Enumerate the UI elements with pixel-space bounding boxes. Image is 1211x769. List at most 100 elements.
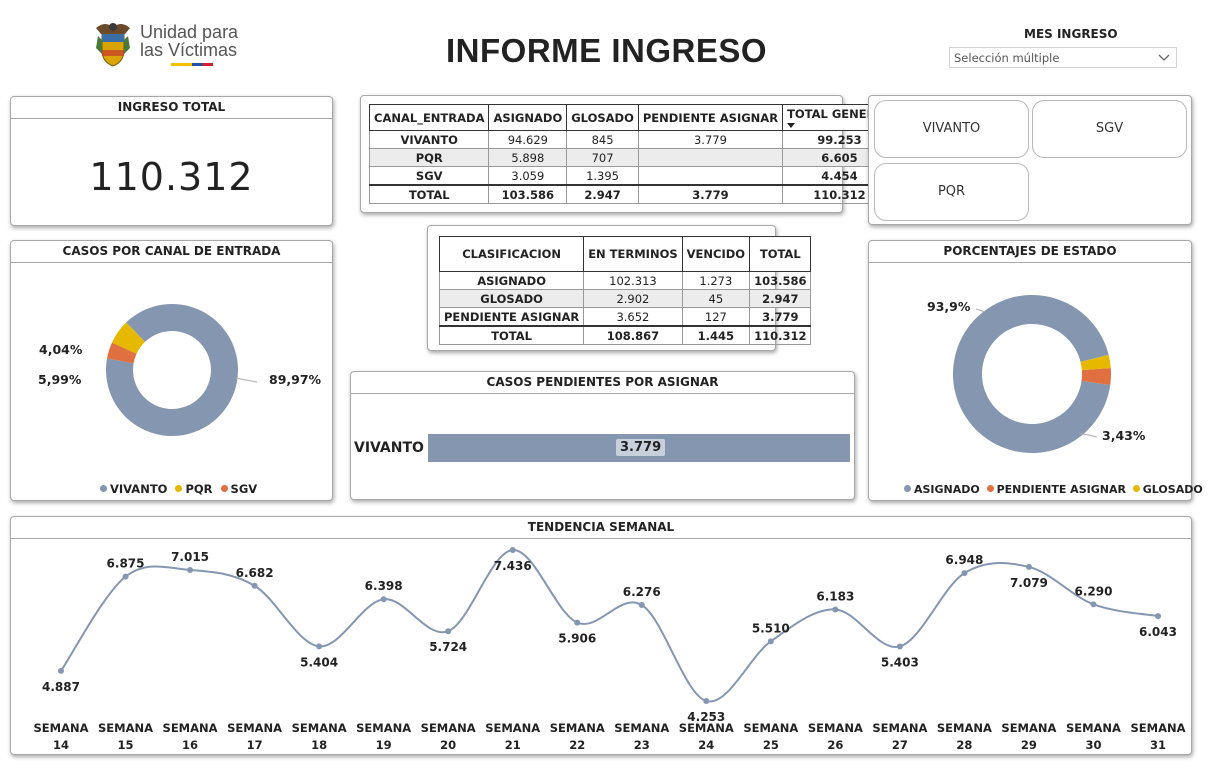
series-line [60,548,1159,703]
pendientes-bar-card: CASOS PENDIENTES POR ASIGNAR VIVANTO 3.7… [350,371,855,500]
x-tick-label: 28 [956,738,972,752]
legend-item-pqr[interactable]: PQR [175,482,213,496]
data-label: 7.079 [1010,576,1048,590]
x-tick-label: 18 [311,738,327,752]
data-point[interactable] [832,606,839,613]
x-tick-label: 25 [763,738,779,752]
table-row[interactable]: VIVANTO 94.629 845 3.779 99.253 [368,130,897,149]
table-row[interactable]: PENDIENTE ASIGNAR 3.652 127 3.779 [438,307,812,327]
x-tick-label: SEMANA [937,721,992,735]
data-point[interactable] [58,667,64,674]
data-point[interactable] [767,638,774,645]
cell: ASIGNADO [438,271,585,290]
cell: 103.586 [488,184,568,204]
x-tick-label: 15 [118,738,134,752]
x-tick-label: SEMANA [743,721,798,735]
filter-dropdown[interactable]: Selección múltiple [949,47,1177,68]
data-point[interactable] [961,570,968,577]
data-point[interactable] [1155,613,1161,620]
canal-header-1[interactable]: ASIGNADO [488,104,568,131]
legend-dot [986,485,994,492]
cell [637,148,784,167]
data-label: 6.183 [816,589,854,603]
sort-desc-icon [787,123,796,128]
data-label: 5.906 [558,632,596,646]
x-tick-label: SEMANA [1001,721,1056,735]
canal-header-0[interactable]: CANAL_ENTRADA [368,104,490,131]
legend-item-glosado[interactable]: GLOSADO [1132,483,1203,496]
data-point[interactable] [509,547,516,553]
slicer-button-pqr[interactable]: PQR [874,163,1029,221]
canal-legend: VIVANTO PQR SGV [100,482,257,496]
data-point[interactable] [638,602,645,609]
x-tick-label: 19 [376,738,392,752]
cell: 127 [681,307,751,327]
data-point[interactable] [896,643,903,650]
table-total-row: TOTAL 108.867 1.445 110.312 [438,325,812,345]
estado-donut-title: PORCENTAJES DE ESTADO [869,241,1191,263]
legend-label: ASIGNADO [914,483,980,496]
chevron-down-icon [1158,54,1170,61]
data-label: 7.436 [494,559,532,573]
leader-line [234,377,258,383]
legend-item-pendiente[interactable]: PENDIENTE ASIGNAR [986,483,1126,496]
data-point[interactable] [380,596,387,603]
legend-label: VIVANTO [110,482,168,496]
x-tick-label: SEMANA [1066,721,1121,735]
cell: VIVANTO [368,130,490,149]
data-point[interactable] [122,573,129,580]
cell: SGV [368,166,490,186]
coat-of-arms-icon [96,23,130,67]
legend-item-vivanto[interactable]: VIVANTO [100,482,167,496]
data-point[interactable] [251,582,258,589]
data-label: 6.043 [1139,625,1177,639]
x-tick-label: 27 [892,738,908,752]
data-point[interactable] [1090,601,1097,608]
x-tick-label: SEMANA [485,721,540,735]
clasif-header-2[interactable]: VENCIDO [681,236,751,272]
legend-item-sgv[interactable]: SGV [220,482,258,496]
cell: 102.313 [583,271,683,290]
data-label: 5.724 [429,640,467,654]
x-tick-label: 26 [827,738,843,752]
tendencia-line-title: TENDENCIA SEMANAL [11,517,1191,539]
legend-dot [175,485,183,492]
table-row[interactable]: PQR 5.898 707 6.605 [368,148,897,167]
canal-header-3[interactable]: PENDIENTE ASIGNAR [637,104,784,131]
table-row[interactable]: GLOSADO 2.902 45 2.947 [438,289,812,308]
cell: 3.652 [583,307,683,327]
data-point[interactable] [574,619,581,626]
data-point[interactable] [1025,563,1032,570]
table-row[interactable]: ASIGNADO 102.313 1.273 103.586 [438,271,812,290]
clasif-header-0[interactable]: CLASIFICACION [438,236,585,272]
slicer-button-sgv[interactable]: SGV [1032,100,1187,158]
logo-line-2: las Víctimas [140,40,238,60]
slicer-button-vivanto[interactable]: VIVANTO [874,100,1029,158]
data-point[interactable] [316,643,323,650]
data-label: 4.887 [42,680,80,694]
x-tick-label: 29 [1021,738,1037,752]
legend-label: SGV [230,482,258,496]
x-tick-label: SEMANA [356,721,411,735]
cell: 45 [681,289,751,308]
canal-header-2[interactable]: GLOSADO [566,104,639,131]
x-tick-label: SEMANA [292,721,347,735]
x-tick-label: 23 [634,738,650,752]
estado-donut-card: PORCENTAJES DE ESTADO 93,9% 3,43% ASIGNA… [868,240,1203,501]
data-label: 6.290 [1074,584,1112,598]
canal-donut-title: CASOS POR CANAL DE ENTRADA [11,241,332,263]
clasif-header-1[interactable]: EN TERMINOS [583,236,683,272]
table-row[interactable]: SGV 3.059 1.395 4.454 [368,166,897,186]
cell: 1.273 [681,271,751,290]
data-point[interactable] [703,698,710,704]
data-point[interactable] [187,566,194,573]
legend-label: PQR [185,482,213,496]
data-label: 6.875 [107,557,145,571]
legend-dot [100,485,107,492]
legend-item-asignado[interactable]: ASIGNADO [904,483,980,496]
clasif-header-3[interactable]: TOTAL [749,236,812,272]
cell: 2.902 [583,289,683,308]
canal-table-card: CANAL_ENTRADA ASIGNADO GLOSADO PENDIENTE… [360,95,897,213]
legend-label: PENDIENTE ASIGNAR [996,483,1126,496]
data-point[interactable] [445,628,452,635]
